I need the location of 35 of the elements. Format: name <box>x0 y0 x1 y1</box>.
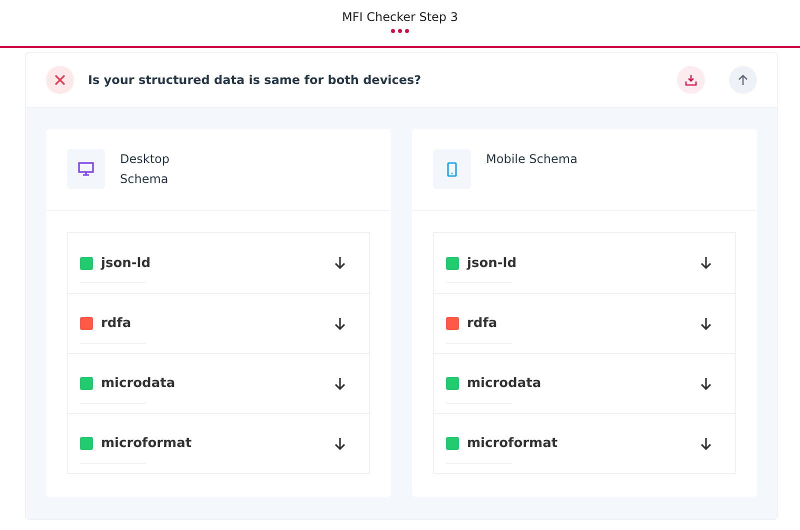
arrow-down-icon <box>699 256 713 270</box>
schema-name: microformat <box>467 436 558 451</box>
expand-button[interactable] <box>333 436 347 450</box>
arrow-down-icon <box>699 436 713 450</box>
page-title: MFI Checker Step 3 <box>342 10 458 24</box>
arrow-down-icon <box>699 376 713 390</box>
scroll-up-button[interactable] <box>729 66 757 94</box>
expand-button[interactable] <box>699 316 713 330</box>
arrow-down-icon <box>699 316 713 330</box>
card-title: Desktop Schema <box>120 151 170 188</box>
schema-name: microdata <box>101 376 176 391</box>
arrow-up-icon <box>737 74 749 86</box>
expand-button[interactable] <box>699 376 713 390</box>
expand-button[interactable] <box>333 316 347 330</box>
arrow-down-icon <box>333 436 347 450</box>
card-title: Mobile Schema <box>486 151 578 168</box>
schema-name: rdfa <box>467 316 498 331</box>
arrow-down-icon <box>333 376 347 390</box>
schema-name: rdfa <box>101 316 132 331</box>
schema-name: microdata <box>467 376 542 391</box>
schema-name: microformat <box>101 436 192 451</box>
arrow-down-icon <box>333 316 347 330</box>
arrow-down-icon <box>333 256 347 270</box>
phone-icon <box>447 162 457 176</box>
expand-button[interactable] <box>699 436 713 450</box>
dots-icon <box>391 29 409 33</box>
download-icon <box>685 74 697 86</box>
expand-button[interactable] <box>333 256 347 270</box>
question-text: Is your structured data is same for both devices? <box>88 73 422 87</box>
expand-button[interactable] <box>699 256 713 270</box>
monitor-icon <box>78 162 94 176</box>
schema-name: json-ld <box>467 256 517 270</box>
schema-name: json-ld <box>101 256 151 270</box>
expand-button[interactable] <box>333 376 347 390</box>
download-button[interactable] <box>677 66 705 94</box>
